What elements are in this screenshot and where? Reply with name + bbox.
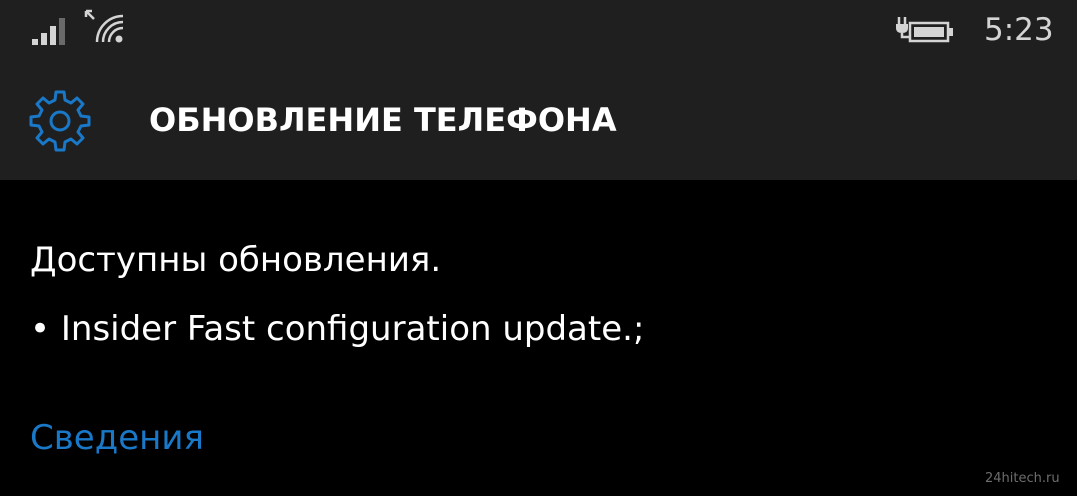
details-link[interactable]: Сведения [30, 416, 204, 460]
update-status-text: Доступны обновления. [30, 240, 442, 280]
signal-strength-icon [32, 18, 65, 45]
status-bar: 5:23 [0, 0, 1077, 64]
gear-icon [29, 90, 91, 152]
page-title: ОБНОВЛЕНИЕ ТЕЛЕФОНА [149, 101, 617, 139]
battery-charging-icon [896, 17, 953, 43]
clock: 5:23 [984, 12, 1054, 48]
watermark: 24hitech.ru [985, 471, 1060, 486]
page-header: ОБНОВЛЕНИЕ ТЕЛЕФОНА [0, 64, 1077, 180]
wifi-icon [84, 9, 124, 43]
list-item: • Insider Fast configuration update.; [30, 309, 645, 349]
